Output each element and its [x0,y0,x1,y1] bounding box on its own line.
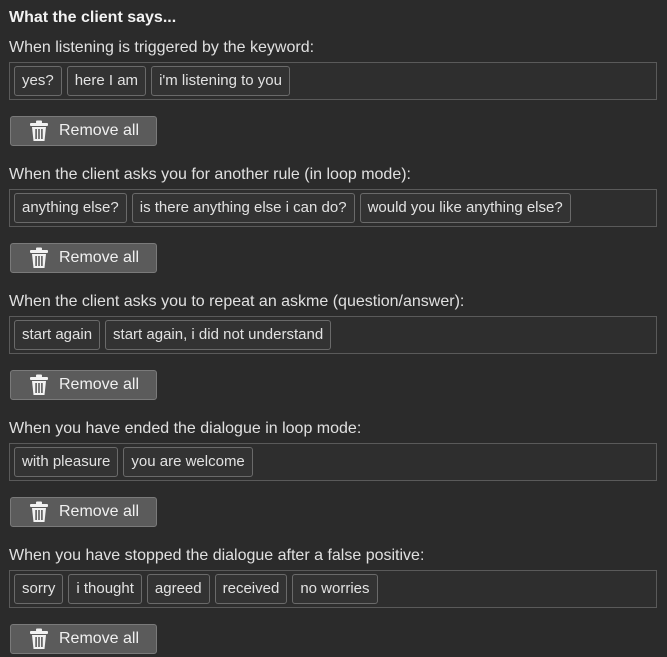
phrase-tag[interactable]: is there anything else i can do? [131,193,355,223]
remove-all-button[interactable]: Remove all [10,370,157,400]
phrase-tag[interactable]: i'm listening to you [151,66,290,96]
trash-icon [29,628,49,650]
tag-input-box[interactable]: anything else? is there anything else i c… [9,189,657,227]
remove-all-label: Remove all [59,503,140,520]
section-label: When listening is triggered by the keywo… [9,39,315,56]
phrase-tag[interactable]: received [214,574,288,604]
section-label: When you have stopped the dialogue after… [9,547,425,564]
phrase-tag[interactable]: with pleasure [14,447,119,477]
remove-all-button[interactable]: Remove all [10,497,157,527]
phrase-tag[interactable]: agreed [146,574,210,604]
phrase-tag[interactable]: sorry [14,574,64,604]
trash-icon [29,501,49,523]
phrase-tag[interactable]: yes? [14,66,62,96]
section-label: When you have ended the dialogue in loop… [9,420,362,437]
page-title: What the client says... [9,9,177,26]
tag-input-box[interactable]: start again start again, i did not unders… [9,316,657,354]
phrase-tag[interactable]: anything else? [14,193,127,223]
remove-all-label: Remove all [59,122,140,139]
phrase-tag[interactable]: you are welcome [123,447,253,477]
remove-all-label: Remove all [59,630,140,647]
phrase-tag[interactable]: start again [14,320,101,350]
remove-all-label: Remove all [59,249,140,266]
tag-input-box[interactable]: with pleasure you are welcome [9,443,657,481]
tag-input-box[interactable]: sorry i thought agreed received no worries [9,570,657,608]
remove-all-button[interactable]: Remove all [10,116,157,146]
phrase-tag[interactable]: start again, i did not understand [105,320,332,350]
remove-all-button[interactable]: Remove all [10,624,157,654]
remove-all-button[interactable]: Remove all [10,243,157,273]
trash-icon [29,247,49,269]
remove-all-label: Remove all [59,376,140,393]
phrase-tag[interactable]: no worries [292,574,378,604]
phrase-tag[interactable]: i thought [68,574,142,604]
section-label: When the client asks you for another rul… [9,166,411,183]
trash-icon [29,120,49,142]
trash-icon [29,374,49,396]
section-label: When the client asks you to repeat an as… [9,293,465,310]
tag-input-box[interactable]: yes? here I am i'm listening to you [9,62,657,100]
phrase-tag[interactable]: would you like anything else? [359,193,571,223]
phrase-tag[interactable]: here I am [66,66,147,96]
